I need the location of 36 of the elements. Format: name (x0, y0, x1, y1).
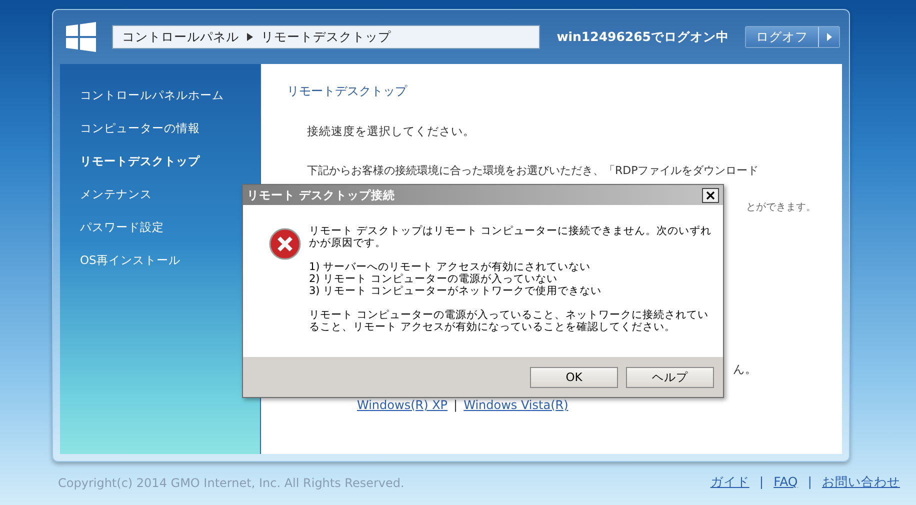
windows-logo-icon (66, 22, 96, 52)
reason-text: 3) リモート コンピューターがネットワークで使用できない (309, 285, 602, 297)
sidebar-item[interactable]: コンピューターの情報 (60, 121, 260, 136)
sidebar-item[interactable]: リモートデスクトップ (60, 154, 260, 169)
sidebar-item[interactable]: コントロールパネルホーム (60, 88, 260, 103)
advice-text: リモート コンピューターの電源が入っていること、ネットワークに接続されていること、リモート アクセスが有効になっていることを確認してください。 (309, 309, 710, 333)
footer-link[interactable]: お問い合わせ (822, 474, 900, 491)
logoff-button[interactable]: ログオフ (745, 26, 840, 48)
link-separator: | (759, 474, 764, 491)
footer-link[interactable]: ガイド (710, 474, 750, 491)
reason-text: 2) リモート コンピューターの電源が入っていない (309, 273, 558, 285)
error-icon (269, 228, 301, 260)
link-separator: | (454, 398, 458, 413)
os-link[interactable]: Windows Vista(R) (464, 398, 568, 413)
breadcrumb-item[interactable]: リモートデスクトップ (261, 28, 391, 46)
triangle-icon (826, 33, 832, 41)
os-link[interactable]: Windows(R) XP (357, 398, 448, 413)
breadcrumb-item[interactable]: コントロールパネル (122, 28, 239, 46)
error-message: リモート デスクトップはリモート コンピューターに接続できません。次のいずれかが原因です。 (309, 225, 713, 249)
triangle-icon (247, 33, 253, 41)
copyright-text: Copyright(c) 2014 GMO Internet, Inc. All Rights Reserved. (58, 476, 404, 490)
breadcrumb-bar[interactable]: コントロールパネル リモートデスクトップ (112, 25, 540, 49)
dialog-title: リモート デスクトップ接続 (247, 188, 396, 202)
paragraph-text: とができます。 (746, 201, 816, 215)
dialog-button[interactable]: OK (530, 366, 618, 388)
paragraph-text: 下記からお客様の接続環境に合った環境をお選びいただき、「RDPファイルをダウンロード (306, 163, 760, 178)
instruction-text: 接続速度を選択してください。 (306, 124, 476, 139)
close-button[interactable] (702, 188, 719, 202)
reason-text: 1) サーバーへのリモート アクセスが有効にされていない (309, 261, 592, 273)
page-title: リモートデスクトップ (287, 84, 408, 99)
close-icon (706, 190, 715, 200)
footer-link[interactable]: FAQ (774, 474, 798, 491)
link-separator: | (808, 474, 812, 491)
dialog-button[interactable]: ヘルプ (626, 366, 714, 388)
paragraph-text: ん。 (733, 362, 757, 377)
logon-status: win12496265でログオン中 (556, 28, 729, 46)
